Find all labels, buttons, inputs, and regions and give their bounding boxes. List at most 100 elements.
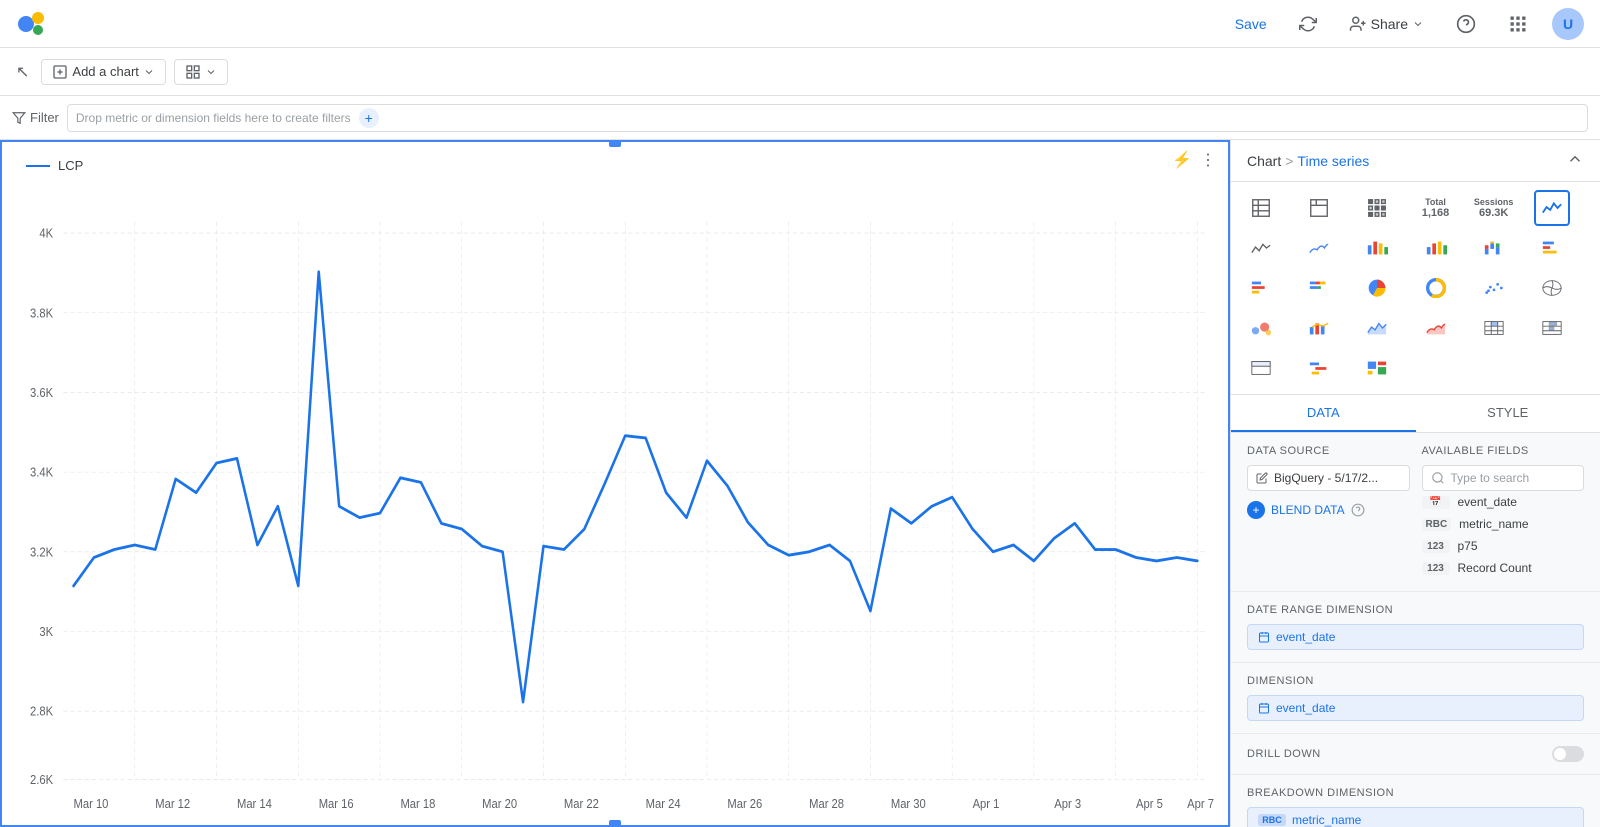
filter-label: Filter: [12, 110, 59, 125]
avatar[interactable]: U: [1552, 8, 1584, 40]
chart-type-scorecard-total[interactable]: Total 1,168: [1418, 190, 1454, 226]
logo-icon: [16, 8, 48, 40]
field-record-count[interactable]: 123 Record Count: [1422, 557, 1585, 579]
svg-text:Mar 26: Mar 26: [727, 796, 762, 811]
topbar-left: [16, 8, 48, 40]
available-fields-col: Available Fields Type to search 📅 event_…: [1422, 445, 1585, 579]
apps-button[interactable]: [1500, 10, 1536, 38]
heatmap-icon: [1366, 197, 1388, 219]
chart-type-table-heatmap[interactable]: [1476, 310, 1512, 346]
pencil-icon: [1256, 472, 1268, 484]
chart-type-bar[interactable]: [1359, 230, 1395, 266]
chart-type-pie[interactable]: [1359, 270, 1395, 306]
chart-type-table-bars[interactable]: [1534, 310, 1570, 346]
svg-text:3.6K: 3.6K: [30, 385, 53, 400]
chart-type-line-small[interactable]: [1243, 230, 1279, 266]
chart-type-horiz-stacked[interactable]: [1301, 270, 1337, 306]
chart-type-bar-combo[interactable]: [1301, 310, 1337, 346]
tab-data[interactable]: DATA: [1231, 395, 1416, 432]
save-button[interactable]: Save: [1227, 12, 1275, 36]
dimension-field-name: event_date: [1276, 701, 1335, 715]
chart-type-horiz-bar2[interactable]: [1243, 270, 1279, 306]
add-chart-button[interactable]: Add a chart: [41, 59, 166, 85]
field-event-date[interactable]: 📅 event_date: [1422, 491, 1585, 513]
datasource-chip[interactable]: BigQuery - 5/17/2...: [1247, 465, 1410, 491]
chart-type-timeseries[interactable]: [1534, 190, 1570, 226]
drill-down-toggle[interactable]: [1552, 746, 1584, 762]
chart-type-scorecard-sessions[interactable]: Sessions 69.3K: [1476, 190, 1512, 226]
pivot-icon: [1308, 197, 1330, 219]
chart-type-table2[interactable]: [1243, 350, 1279, 386]
svg-text:Mar 20: Mar 20: [482, 796, 517, 811]
available-fields-label: Available Fields: [1422, 445, 1585, 457]
svg-text:2.8K: 2.8K: [30, 704, 53, 719]
table-icon: [1250, 197, 1272, 219]
refresh-button[interactable]: [1291, 11, 1325, 37]
chart-type-table[interactable]: [1243, 190, 1279, 226]
field-metric-name[interactable]: RBC metric_name: [1422, 513, 1585, 535]
main-area: ⚡ ⋮ LCP .grid-line { stroke: #e0e0e0; st…: [0, 140, 1600, 827]
blend-plus-icon: +: [1247, 501, 1265, 519]
chart-type-heatmap[interactable]: [1359, 190, 1395, 226]
field-num-badge2: 123: [1422, 562, 1450, 575]
filter-add-button[interactable]: +: [359, 108, 379, 128]
chart-type-donut[interactable]: [1418, 270, 1454, 306]
chart-type-smooth[interactable]: [1301, 230, 1337, 266]
svg-text:Mar 14: Mar 14: [237, 796, 272, 811]
chart-type-block[interactable]: [1359, 350, 1395, 386]
tab-style[interactable]: STYLE: [1416, 395, 1600, 432]
chart-area[interactable]: ⚡ ⋮ LCP .grid-line { stroke: #e0e0e0; st…: [0, 140, 1230, 827]
topbar: Save Share: [0, 0, 1600, 48]
breakdown-field-name: metric_name: [1292, 813, 1361, 827]
calendar-icon: [1258, 631, 1270, 643]
filter-drop-area[interactable]: Drop metric or dimension fields here to …: [67, 104, 1588, 132]
help-button[interactable]: [1448, 10, 1484, 38]
date-range-field[interactable]: event_date: [1247, 624, 1584, 650]
refresh-icon: [1299, 15, 1317, 33]
share-label: Share: [1371, 16, 1408, 32]
breadcrumb-chart: Chart: [1247, 153, 1281, 169]
blend-help-icon[interactable]: [1351, 503, 1365, 517]
panel-close-button[interactable]: [1566, 150, 1584, 171]
blend-data-button[interactable]: + BLEND DATA: [1247, 497, 1410, 523]
filter-placeholder: Drop metric or dimension fields here to …: [76, 111, 351, 125]
svg-text:3.2K: 3.2K: [30, 545, 53, 560]
chart-type-bubble[interactable]: [1243, 310, 1279, 346]
chart-type-gantt[interactable]: [1301, 350, 1337, 386]
chart-type-scatter[interactable]: [1476, 270, 1512, 306]
help-icon: [1456, 14, 1476, 34]
field-name: p75: [1458, 539, 1478, 553]
panel-tabs: DATA STYLE: [1231, 395, 1600, 433]
breakdown-field[interactable]: RBC metric_name: [1247, 807, 1584, 827]
add-chart-icon: [52, 64, 68, 80]
chart-type-bar-color[interactable]: [1418, 230, 1454, 266]
field-p75[interactable]: 123 p75: [1422, 535, 1585, 557]
cursor-tool[interactable]: ↖: [12, 58, 33, 86]
toolbar: ↖ Add a chart: [0, 48, 1600, 96]
svg-text:4K: 4K: [39, 226, 53, 241]
svg-text:Apr 5: Apr 5: [1136, 796, 1163, 811]
svg-text:Mar 10: Mar 10: [74, 796, 109, 811]
panel-header: Chart > Time series: [1231, 140, 1600, 182]
breadcrumb-current: Time series: [1297, 153, 1369, 169]
breadcrumb: Chart > Time series: [1247, 153, 1369, 169]
dimension-label: Dimension: [1247, 675, 1584, 687]
chart-type-pivot[interactable]: [1301, 190, 1337, 226]
blend-label: BLEND DATA: [1271, 503, 1345, 517]
field-name: event_date: [1458, 495, 1517, 509]
field-abc-badge: RBC: [1422, 518, 1452, 531]
chart-type-area[interactable]: [1359, 310, 1395, 346]
data-source-section: Data source BigQuery - 5/17/2... + BLEND…: [1231, 433, 1600, 592]
chevron-down-icon: [1412, 18, 1424, 30]
share-button[interactable]: Share: [1341, 11, 1432, 37]
chart-type-geo[interactable]: [1534, 270, 1570, 306]
widget-icon: [185, 64, 201, 80]
dimension-field[interactable]: event_date: [1247, 695, 1584, 721]
chart-type-area-smooth[interactable]: [1418, 310, 1454, 346]
drill-down-section: Drill down: [1231, 734, 1600, 775]
widget-button[interactable]: [174, 59, 228, 85]
search-placeholder: Type to search: [1451, 471, 1530, 485]
search-field[interactable]: Type to search: [1422, 465, 1585, 491]
chart-type-bar-stacked[interactable]: [1476, 230, 1512, 266]
chart-type-bar-horiz[interactable]: [1534, 230, 1570, 266]
